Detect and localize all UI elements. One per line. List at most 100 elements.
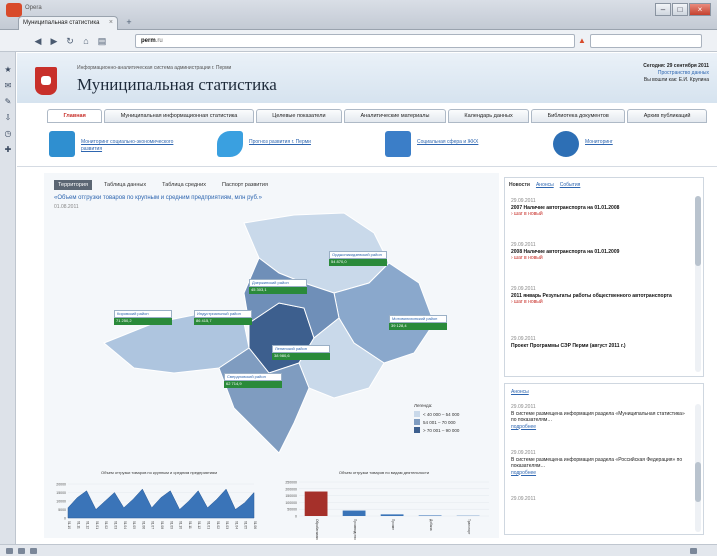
forward-icon[interactable]: ▶ [48,35,60,47]
address-bar[interactable]: perm.ru [135,34,575,48]
region-name: Дзержинский район [249,279,307,287]
menu-tab-home[interactable]: Главная [47,109,103,123]
panels-icon[interactable]: ✚ [4,146,12,154]
reload-icon[interactable]: ↻ [64,35,76,47]
tab-news[interactable]: Новости [509,182,530,188]
map-label-sverdlovsky[interactable]: Свердловский район 62 714,9 [224,373,282,389]
map-label-kirovsky[interactable]: Кировский район 71 250,2 [114,310,172,326]
menu-tab-municipal-stats[interactable]: Муниципальная информационная статистика [104,109,254,123]
speed-dial-icon[interactable]: ▤ [96,35,108,47]
quicklink-social[interactable]: Социальная сфера и ЖКХ [385,131,535,159]
downloads-icon[interactable]: ⇩ [4,114,12,122]
x-tick-label: 01.02 [104,521,108,529]
browser-tab[interactable]: Муниципальная статистика × [18,16,118,30]
news-item[interactable]: 29.09.2011 2008 Наличие автотранспорта н… [511,242,686,262]
search-engine-icon[interactable]: ▲ [578,36,586,45]
subtab-data-table[interactable]: Таблица данных [100,180,150,190]
subtab-passport[interactable]: Паспорт развития [218,180,272,190]
y-tick-label: 150000 [285,494,297,498]
close-window-button[interactable]: × [689,3,711,16]
maximize-button[interactable]: □ [672,3,688,16]
x-tick-label: 01.02 [216,521,220,529]
quicklink-forecast[interactable]: Прогноз развития г. Перми [217,131,367,159]
map-indicator-title[interactable]: «Объем отгрузки товаров по крупным и сре… [54,195,262,201]
region-value: 62 714,9 [224,381,282,388]
unite-icon[interactable] [18,548,25,554]
tab-announcements[interactable]: Анонсы [536,182,554,188]
minimize-button[interactable]: – [655,3,671,16]
news-more-link[interactable]: › шаг в новый [511,299,686,306]
search-input[interactable] [590,34,702,48]
menu-tab-library[interactable]: Библиотека документов [531,109,626,123]
map-label-dzerzhinsky[interactable]: Дзержинский район 45 303,1 [249,279,307,295]
zoom-icon[interactable] [690,548,697,554]
new-tab-icon[interactable]: + [122,17,136,29]
header-links[interactable]: Пространство данных [509,70,709,77]
back-icon[interactable]: ◀ [32,35,44,47]
tab-events[interactable]: События [560,182,581,188]
screenshot: Opera Муниципальная статистика × + – □ ×… [0,0,717,556]
home-icon[interactable]: ⌂ [80,35,92,47]
x-tick-label: 01.03 [114,521,118,529]
y-tick-label: 10000 [56,500,66,504]
turbo-icon[interactable] [30,548,37,554]
map-label-motovilikha[interactable]: Мотовилихинский район 39 128,4 [389,315,447,331]
announcement-text: В системе размещена информация раздела «… [511,410,685,424]
legend-swatch [414,419,420,425]
current-user[interactable]: Вы вошли как: Е.И. Крупина [509,77,709,84]
quicklink-monitoring-2[interactable]: Мониторинг [553,131,673,159]
site-title[interactable]: Муниципальная статистика [77,75,277,95]
bar [342,510,366,516]
quicklink-label[interactable]: Мониторинг [585,139,695,146]
menu-tab-analytics[interactable]: Аналитические материалы [344,109,446,123]
news-item[interactable]: 29.09.2011 2011 январь Результаты работы… [511,286,686,306]
news-tabs: Новости Анонсы События [509,182,580,188]
announcements-scrollbar[interactable] [695,404,701,532]
bar [304,491,328,516]
region-value: 39 128,4 [389,323,447,330]
announcement-item: 29.09.2011 В системе размещена информаци… [511,404,691,430]
history-icon[interactable]: ◷ [4,130,12,138]
notes-icon[interactable]: ✎ [4,98,12,106]
news-panel: Новости Анонсы События 29.09.2011 2007 Н… [504,177,704,377]
menu-tab-targets[interactable]: Целевые показатели [255,109,343,123]
menu-tab-archive[interactable]: Архив публикаций [627,109,707,123]
mail-icon[interactable]: ✉ [4,82,12,90]
y-tick-label: 100000 [285,501,297,505]
announcements-tab[interactable]: Анонсы [511,389,529,395]
announcement-link[interactable]: подробнее [511,424,691,431]
url-text: ru [157,38,163,44]
x-tick-label: 01.03 [225,521,229,529]
opera-logo-icon[interactable] [6,3,22,17]
quicklink-label[interactable]: Прогноз развития г. Перми [249,139,359,146]
scroll-thumb[interactable] [695,196,701,266]
scroll-thumb[interactable] [695,462,701,502]
news-more-link[interactable]: › шаг в новый [511,211,686,218]
legend-label: 54 001 – 70 000 [423,419,456,425]
bar-chart-panel: Объем отгрузки товаров по видам деятельн… [269,470,499,543]
announcement-link[interactable]: подробнее [511,470,691,477]
news-scrollbar[interactable] [695,196,701,372]
x-tick-label: 01.07 [151,521,155,529]
announcement-item: 29.09.2011 В системе размещена информаци… [511,450,691,476]
map-label-leninsky[interactable]: Ленинский район 38 980,6 [272,345,330,361]
menu-tab-calendar[interactable]: Календарь данных [447,109,530,123]
close-tab-icon[interactable]: × [109,19,113,26]
map-label-orjonikidze[interactable]: Орджоникидзевский район 54 870,0 [329,251,387,267]
subtab-territory[interactable]: Территория [54,180,92,190]
quicklink-label[interactable]: Мониторинг социально-экономического разв… [81,139,191,153]
news-title[interactable]: Проект Программы СЭР Перми (август 2011 … [511,343,686,350]
quicklink-label[interactable]: Социальная сфера и ЖКХ [417,139,527,146]
quick-links: Мониторинг социально-экономического разв… [17,125,717,167]
quicklink-monitoring[interactable]: Мониторинг социально-экономического разв… [49,131,199,159]
news-item[interactable]: 29.09.2011 2007 Наличие автотранспорта н… [511,198,686,218]
panel-toggle-icon[interactable] [6,548,13,554]
news-more-link[interactable]: › шаг в новый [511,255,686,262]
subtab-averages[interactable]: Таблица средних [158,180,210,190]
bookmarks-icon[interactable]: ★ [4,66,12,74]
news-item[interactable]: 29.09.2011 Проект Программы СЭР Перми (а… [511,336,686,349]
map-label-industrial[interactable]: Индустриальный район 86 415,7 [194,310,252,326]
area-series [67,488,255,519]
x-tick-label: 01.11 [188,521,192,529]
region-value: 54 870,0 [329,259,387,266]
